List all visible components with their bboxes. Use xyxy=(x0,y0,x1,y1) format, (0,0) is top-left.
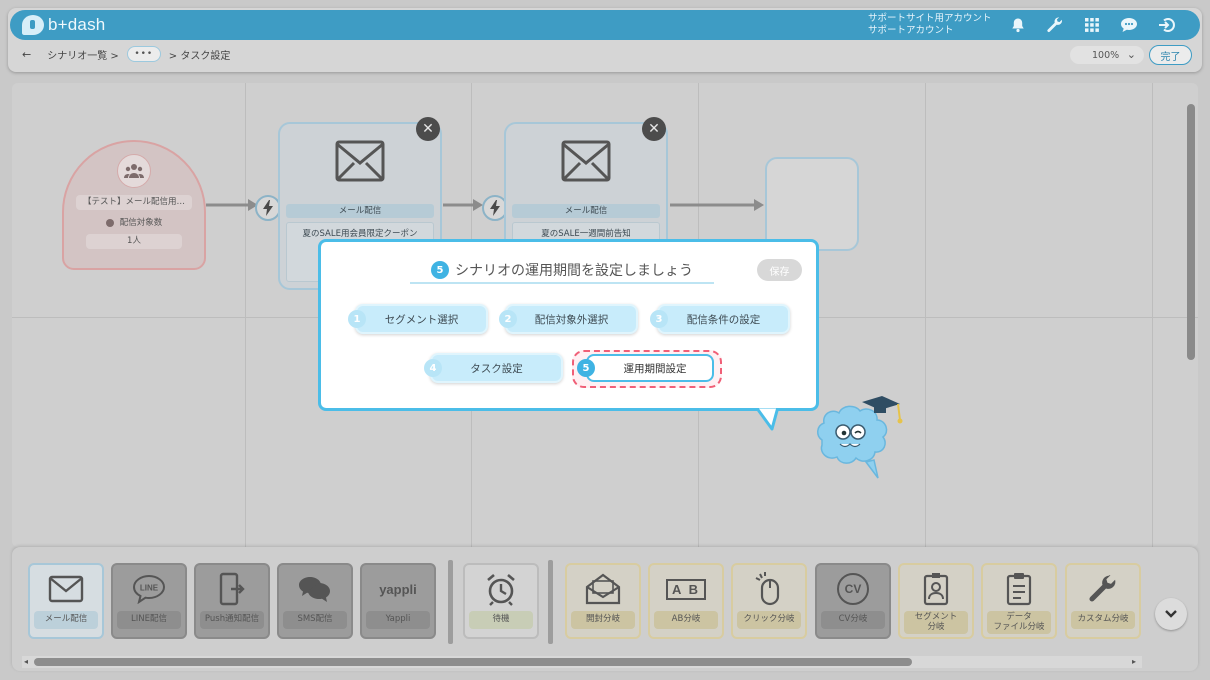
alarm-clock-icon xyxy=(481,571,521,607)
scroll-left-icon[interactable]: ◂ xyxy=(24,656,28,668)
users-icon xyxy=(117,154,151,188)
palette-line-task[interactable]: LINE LINE配信 xyxy=(111,563,187,639)
step-exclusion-select[interactable]: 配信対象外選択 xyxy=(505,304,638,334)
cv-logo: CV xyxy=(837,573,869,605)
step-number: 5 xyxy=(577,359,595,377)
open-mail-icon xyxy=(583,571,623,607)
count-label-row: 配信対象数 xyxy=(76,216,192,231)
palette-sms-task[interactable]: SMS配信 xyxy=(277,563,353,639)
palette-custom-branch[interactable]: カスタム分岐 xyxy=(1065,563,1141,639)
step-label: タスク設定 xyxy=(470,362,523,375)
dialog-title-text: シナリオの運用期間を設定しましょう xyxy=(455,263,693,279)
svg-text:LINE: LINE xyxy=(140,584,159,593)
palette-label: データ ファイル分岐 xyxy=(987,611,1051,634)
palette-label: Push通知配信 xyxy=(200,611,264,629)
count-label: 配信対象数 xyxy=(119,218,163,228)
step-number: 1 xyxy=(348,310,366,328)
scroll-thumb[interactable] xyxy=(34,658,912,666)
segment-name: 【テスト】メール配信用… xyxy=(76,195,192,210)
mouse-icon xyxy=(749,571,789,607)
mail-icon xyxy=(335,140,385,182)
close-icon[interactable]: ✕ xyxy=(416,117,440,141)
ab-icon: A B xyxy=(666,571,706,607)
count-value: 1人 xyxy=(86,234,182,249)
palette-label: CV分岐 xyxy=(821,611,885,629)
palette-separator xyxy=(448,560,453,644)
step-delivery-conditions[interactable]: 配信条件の設定 xyxy=(657,304,790,334)
mascot-character xyxy=(817,396,903,479)
palette-yappli-task[interactable]: yappli Yappli xyxy=(360,563,436,639)
task-type-label: メール配信 xyxy=(286,204,434,218)
palette-mail-task[interactable]: メール配信 xyxy=(28,563,104,639)
clipboard-icon xyxy=(999,571,1039,607)
step-label: 運用期間設定 xyxy=(623,362,687,375)
step-number: 4 xyxy=(424,359,442,377)
step-number: 3 xyxy=(650,310,668,328)
chevron-down-icon xyxy=(1165,610,1177,618)
palette-ab-branch[interactable]: A B AB分岐 xyxy=(648,563,724,639)
palette-label: 待機 xyxy=(469,611,533,629)
step-segment-select[interactable]: セグメント選択 xyxy=(355,304,488,334)
push-icon xyxy=(212,571,252,607)
step-number: 2 xyxy=(499,310,517,328)
palette-label: SMS配信 xyxy=(283,611,347,629)
dialog-title: 5 シナリオの運用期間を設定しましょう xyxy=(410,258,714,284)
mail-icon xyxy=(46,571,86,607)
horizontal-scrollbar[interactable]: ◂ ▸ xyxy=(22,656,1142,668)
palette-separator xyxy=(548,560,553,644)
yappli-icon: yappli xyxy=(378,571,418,607)
cv-icon: CV xyxy=(833,571,873,607)
empty-task-slot[interactable] xyxy=(765,157,859,251)
line-icon: LINE xyxy=(129,571,169,607)
palette-scroll-down-button[interactable] xyxy=(1155,598,1187,630)
palette-label: 開封分岐 xyxy=(571,611,635,629)
palette-label: Yappli xyxy=(366,611,430,629)
close-icon[interactable]: ✕ xyxy=(642,117,666,141)
ab-logo: A B xyxy=(666,578,706,600)
palette-label: LINE配信 xyxy=(117,611,181,629)
yappli-logo: yappli xyxy=(379,581,417,597)
step-operation-period[interactable]: 運用期間設定 xyxy=(586,354,714,382)
step-label: 配信条件の設定 xyxy=(686,313,761,326)
task-type-label: メール配信 xyxy=(512,204,660,218)
palette-label: セグメント 分岐 xyxy=(904,611,968,634)
palette-label: AB分岐 xyxy=(654,611,718,629)
palette-segment-branch[interactable]: セグメント 分岐 xyxy=(898,563,974,639)
mail-icon xyxy=(561,140,611,182)
palette-click-branch[interactable]: クリック分岐 xyxy=(731,563,807,639)
step-label: 配信対象外選択 xyxy=(534,313,609,326)
palette-label: メール配信 xyxy=(34,611,98,629)
person-icon xyxy=(105,218,114,227)
step-number-badge: 5 xyxy=(431,261,449,279)
step-task-settings[interactable]: タスク設定 xyxy=(430,353,563,383)
dialog-tail xyxy=(756,405,780,431)
scroll-right-icon[interactable]: ▸ xyxy=(1132,656,1136,668)
step-label: セグメント選択 xyxy=(384,313,459,326)
palette-label: カスタム分岐 xyxy=(1071,611,1135,629)
palette-push-task[interactable]: Push通知配信 xyxy=(194,563,270,639)
sms-icon xyxy=(295,571,335,607)
palette-label: クリック分岐 xyxy=(737,611,801,629)
save-button[interactable]: 保存 xyxy=(757,259,802,281)
palette-wait[interactable]: 待機 xyxy=(463,563,539,639)
palette-cv-branch[interactable]: CV CV分岐 xyxy=(815,563,891,639)
palette-open-branch[interactable]: 開封分岐 xyxy=(565,563,641,639)
wrench-icon xyxy=(1083,571,1123,607)
palette-datafile-branch[interactable]: データ ファイル分岐 xyxy=(981,563,1057,639)
badge-icon xyxy=(916,571,956,607)
